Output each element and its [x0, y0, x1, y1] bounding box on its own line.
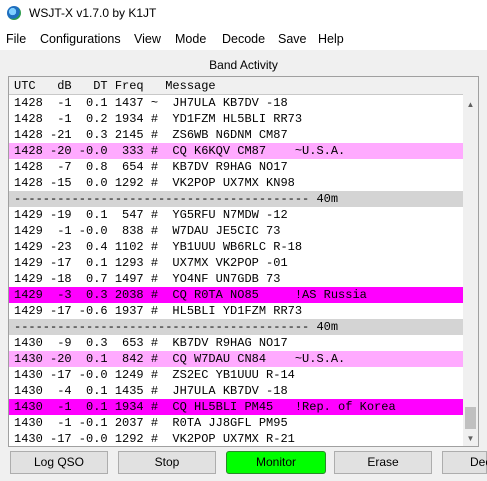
menu-configurations[interactable]: Configurations — [40, 32, 121, 46]
decode-button[interactable]: Dec — [442, 451, 487, 474]
menu-help[interactable]: Help — [318, 32, 344, 46]
decode-row[interactable]: 1429 -3 0.3 2038 # CQ R0TA NO85 !AS Russ… — [9, 287, 463, 303]
band-separator-row[interactable]: ----------------------------------------… — [9, 191, 463, 207]
band-activity-title: Band Activity — [209, 58, 278, 72]
decode-row[interactable]: 1430 -4 0.1 1435 # JH7ULA KB7DV -18 — [9, 383, 463, 399]
menu-decode[interactable]: Decode — [222, 32, 265, 46]
band-activity-list[interactable]: UTC dB DT Freq Message 1428 -1 0.1 1437 … — [8, 76, 479, 447]
scroll-up-arrow-icon[interactable]: ▲ — [463, 97, 478, 112]
decode-row[interactable]: 1428 -1 0.1 1437 ~ JH7ULA KB7DV -18 — [9, 95, 463, 111]
monitor-button[interactable]: Monitor — [226, 451, 326, 474]
decode-row[interactable]: 1430 -20 0.1 842 # CQ W7DAU CN84 ~U.S.A. — [9, 351, 463, 367]
decode-row[interactable]: 1428 -21 0.3 2145 # ZS6WB N6DNM CM87 — [9, 127, 463, 143]
band-separator-row[interactable]: ----------------------------------------… — [9, 319, 463, 335]
menu-view[interactable]: View — [134, 32, 161, 46]
menu-mode[interactable]: Mode — [175, 32, 206, 46]
log-qso-button[interactable]: Log QSO — [10, 451, 108, 474]
decode-rows[interactable]: 1428 -1 0.1 1437 ~ JH7ULA KB7DV -18 1428 … — [9, 95, 463, 446]
decode-row[interactable]: 1430 -9 0.3 653 # KB7DV R9HAG NO17 — [9, 335, 463, 351]
scroll-down-arrow-icon[interactable]: ▼ — [463, 431, 478, 446]
decode-row[interactable]: 1429 -23 0.4 1102 # YB1UUU WB6RLC R-18 — [9, 239, 463, 255]
scrollbar-thumb[interactable] — [465, 407, 476, 429]
decode-row[interactable]: 1429 -18 0.7 1497 # YO4NF UN7GDB 73 — [9, 271, 463, 287]
vertical-scrollbar[interactable]: ▲ ▼ — [463, 77, 478, 446]
stop-button[interactable]: Stop — [118, 451, 216, 474]
decode-row[interactable]: 1430 -17 -0.0 1249 # ZS2EC YB1UUU R-14 — [9, 367, 463, 383]
decode-row[interactable]: 1430 -1 0.1 1934 # CQ HL5BLI PM45 !Rep. … — [9, 399, 463, 415]
decode-row[interactable]: 1429 -17 -0.6 1937 # HL5BLI YD1FZM RR73 — [9, 303, 463, 319]
decode-row[interactable]: 1428 -15 0.0 1292 # VK2POP UX7MX KN98 — [9, 175, 463, 191]
decode-row[interactable]: 1429 -17 0.1 1293 # UX7MX VK2POP -01 — [9, 255, 463, 271]
erase-button[interactable]: Erase — [334, 451, 432, 474]
menu-save[interactable]: Save — [278, 32, 307, 46]
decode-row[interactable]: 1428 -7 0.8 654 # KB7DV R9HAG NO17 — [9, 159, 463, 175]
decode-row[interactable]: 1430 -1 -0.1 2037 # R0TA JJ8GFL PM95 — [9, 415, 463, 431]
decode-row[interactable]: 1429 -1 -0.0 838 # W7DAU JE5CIC 73 — [9, 223, 463, 239]
menu-bar: File Configurations View Mode Decode Sav… — [0, 28, 487, 50]
title-bar: WSJT-X v1.7.0 by K1JT — [0, 0, 487, 28]
decode-row[interactable]: 1429 -19 0.1 547 # YG5RFU N7MDW -12 — [9, 207, 463, 223]
window-title: WSJT-X v1.7.0 by K1JT — [29, 6, 157, 20]
menu-file[interactable]: File — [6, 32, 26, 46]
decode-row[interactable]: 1430 -17 -0.0 1292 # VK2POP UX7MX R-21 — [9, 431, 463, 446]
app-globe-icon — [7, 6, 21, 20]
list-column-header: UTC dB DT Freq Message — [9, 77, 463, 95]
decode-row[interactable]: 1428 -1 0.2 1934 # YD1FZM HL5BLI RR73 — [9, 111, 463, 127]
decode-row[interactable]: 1428 -20 -0.0 333 # CQ K6KQV CM87 ~U.S.A… — [9, 143, 463, 159]
